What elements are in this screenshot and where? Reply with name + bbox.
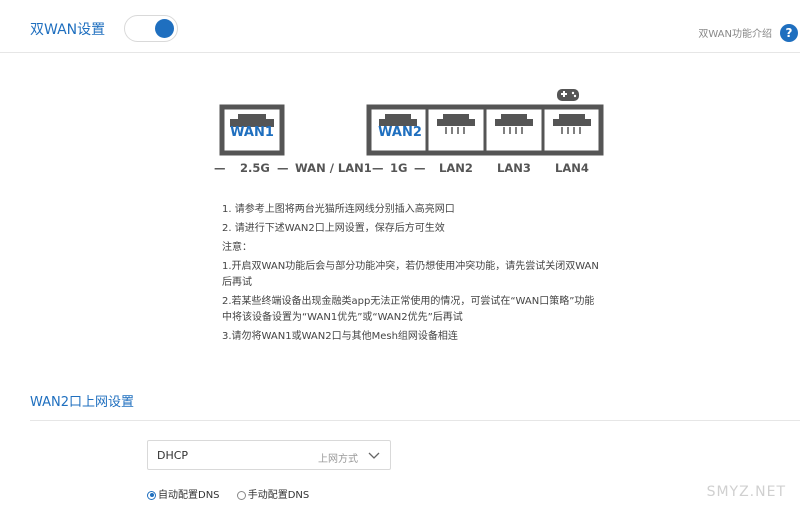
note-1: 1.开启双WAN功能后会与部分功能冲突，若仍想使用冲突功能，请先尝试关闭双WAN… xyxy=(222,261,599,288)
legend-dash: — xyxy=(277,161,289,175)
section-divider xyxy=(30,420,800,421)
chevron-down-icon xyxy=(368,452,380,459)
header-bar: 双WAN设置 双WAN功能介绍 ? xyxy=(0,0,800,53)
connection-type-select[interactable]: DHCP 上网方式 xyxy=(147,440,391,470)
wan1-port: WAN1 xyxy=(219,104,285,156)
wan2-section-title: WAN2口上网设置 xyxy=(30,395,135,410)
note-title: 注意： xyxy=(222,242,252,253)
legend-speed-1g: 1G xyxy=(390,161,407,175)
note-2: 2.若某些终端设备出现金融类app无法正常使用的情况，可尝试在“WAN口策略”功… xyxy=(222,296,595,323)
legend-dash: — xyxy=(414,161,426,175)
dns-manual-radio[interactable] xyxy=(236,490,246,500)
lan-port-block: WAN2 xyxy=(366,104,604,156)
page-title: 双WAN设置 xyxy=(30,22,106,38)
wan2-label: WAN2 xyxy=(378,125,422,140)
note-3: 3.请勿将WAN1或WAN2口与其他Mesh组网设备相连 xyxy=(222,331,458,342)
legend-lan4: LAN4 xyxy=(555,161,589,175)
dual-wan-toggle[interactable] xyxy=(124,15,178,42)
toggle-knob xyxy=(155,19,174,38)
dns-radio-group: 自动配置DNS 手动配置DNS xyxy=(147,486,323,501)
wan1-label: WAN1 xyxy=(230,125,274,140)
dns-manual-label: 手动配置DNS xyxy=(247,490,310,501)
help-icon[interactable]: ? xyxy=(780,24,798,42)
legend-dash: — xyxy=(214,161,226,175)
dns-auto-option[interactable]: 自动配置DNS xyxy=(147,486,220,501)
legend-dash: — xyxy=(372,161,384,175)
instruction-step-2: 2. 请进行下述WAN2口上网设置，保存后方可生效 xyxy=(222,223,445,234)
help-link[interactable]: 双WAN功能介绍 xyxy=(698,25,772,40)
dns-manual-option[interactable]: 手动配置DNS xyxy=(236,486,310,501)
watermark: SMYZ.NET xyxy=(706,484,786,500)
dns-auto-label: 自动配置DNS xyxy=(158,490,220,501)
instructions: 1. 请参考上图将两台光猫所连网线分别插入高亮网口 2. 请进行下述WAN2口上… xyxy=(222,202,602,348)
select-label: 上网方式 xyxy=(318,454,358,465)
select-value: DHCP xyxy=(157,449,189,462)
legend-wan-lan1: WAN / LAN1 xyxy=(295,161,372,175)
legend-lan3: LAN3 xyxy=(497,161,531,175)
port-diagram: WAN1 WAN2 — 2.5G — WAN / LAN1 — 1G — LAN… xyxy=(214,89,604,175)
legend-lan2: LAN2 xyxy=(439,161,473,175)
instruction-step-1: 1. 请参考上图将两台光猫所连网线分别插入高亮网口 xyxy=(222,204,455,215)
dns-auto-radio[interactable] xyxy=(147,490,156,500)
legend-speed-2-5g: 2.5G xyxy=(240,161,270,175)
gamepad-icon xyxy=(557,89,579,101)
